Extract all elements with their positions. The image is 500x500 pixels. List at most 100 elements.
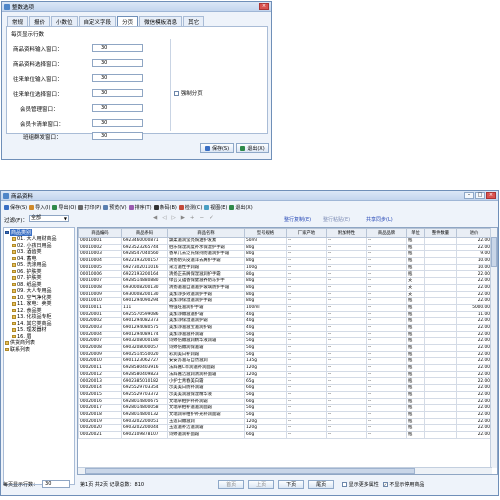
table-row[interactable]: 00010005 6927302011016 采洁滋性手润霜 100g -- -- -- 瓶 1… — [78, 263, 492, 272]
table-cell[interactable]: -- — [326, 290, 367, 299]
table-cell[interactable]: 美加净滋滋宝滋润护霜 — [167, 323, 245, 332]
table-cell[interactable]: 22.00 — [456, 290, 492, 299]
table-cell[interactable]: 120g — [244, 370, 287, 379]
table-cell[interactable]: -- — [366, 417, 407, 426]
print-button[interactable]: 打印(P) — [77, 203, 102, 211]
table-cell[interactable]: -- — [286, 257, 327, 265]
table-cell[interactable]: 文瑞草柏护补补润霜 — [167, 397, 245, 406]
share-sync-link[interactable]: 共享同步(L) — [366, 216, 393, 223]
table-cell[interactable]: 22.00 — [456, 350, 492, 359]
column-header[interactable]: 整件数量 — [424, 228, 457, 238]
table-cell[interactable]: 瓶 — [406, 424, 425, 432]
table-cell[interactable] — [424, 384, 457, 392]
vertical-scrollbar[interactable] — [490, 228, 497, 468]
table-cell[interactable]: -- — [326, 243, 367, 252]
table-cell[interactable]: 60g — [244, 384, 287, 392]
table-cell[interactable]: 瓶 — [406, 323, 425, 332]
table-cell[interactable]: 80g — [244, 283, 287, 292]
table-cell[interactable]: 65g — [244, 377, 287, 386]
table-cell[interactable]: -- — [366, 330, 407, 339]
table-cell[interactable]: -- — [366, 350, 407, 359]
table-cell[interactable]: -- — [366, 377, 407, 386]
table-row[interactable]: 00020004 6901294089174 美加净滋滋补润霜 50g -- -- -- 瓶 2… — [78, 330, 492, 339]
table-cell[interactable]: 50g — [244, 390, 287, 399]
table-cell[interactable]: 22.00 — [456, 297, 492, 305]
table-cell[interactable]: 诗婷滋润补面霜 — [167, 430, 245, 439]
table-cell[interactable]: -- — [326, 384, 367, 392]
table-cell[interactable]: -- — [286, 317, 327, 325]
table-cell[interactable]: 安安苏滋与自然滋润 — [167, 357, 245, 366]
table-cell[interactable]: 6927302011016 — [121, 263, 168, 272]
table-cell[interactable]: 6922193200157 — [121, 257, 168, 265]
table-cell[interactable]: 135g — [244, 357, 287, 366]
table-cell[interactable]: -- — [326, 297, 367, 305]
table-cell[interactable]: -- — [326, 390, 367, 399]
table-cell[interactable]: 美加净多效滋润护手霜 — [167, 290, 245, 299]
table-row[interactable]: 00010001 6923460000871 飘柔滋润莹亮焗油护发素 50ml -- --… — [78, 237, 492, 245]
table-cell[interactable]: 诗婷倍嫩润保滋霜 — [167, 344, 245, 352]
table-cell[interactable]: 00020009 — [78, 350, 122, 359]
table-cell[interactable]: 瓶 — [406, 330, 425, 339]
table-cell[interactable] — [424, 330, 457, 339]
table-cell[interactable]: 00020008 — [78, 344, 122, 352]
table-cell[interactable]: 瓶 — [406, 237, 425, 245]
table-cell[interactable]: 80g — [244, 257, 287, 265]
table-cell[interactable]: 00010001 — [78, 237, 122, 245]
table-cell[interactable]: 00010007 — [78, 277, 122, 285]
prev-page-button[interactable]: 上页 — [248, 479, 275, 489]
table-cell[interactable]: 示美美润滋保湿精华液 — [167, 390, 245, 399]
table-cell[interactable]: 60g — [244, 397, 287, 406]
table-cell[interactable] — [424, 337, 457, 345]
table-cell[interactable]: 瓶 — [406, 344, 425, 352]
table-cell[interactable]: 22.00 — [456, 410, 492, 419]
table-row[interactable]: 00010008 6930008200130 清扬滋滋自滋滋护玻璃防护手霜 80g --… — [78, 283, 492, 292]
table-cell[interactable]: 80g — [244, 297, 287, 305]
table-cell[interactable]: 00010006 — [78, 270, 122, 279]
table-cell[interactable]: 40g — [244, 323, 287, 332]
table-cell[interactable]: -- — [366, 384, 407, 392]
table-cell[interactable]: 22.00 — [456, 430, 492, 439]
table-cell[interactable]: 6902109878107 — [121, 430, 168, 439]
table-cell[interactable]: 瓶 — [406, 384, 425, 392]
table-row[interactable]: 00010006 6922193200164 清扬正去屑保湿滋润护手霜 80g -- --… — [78, 270, 492, 279]
table-cell[interactable]: 00010010 — [78, 297, 122, 305]
minimize-icon[interactable]: – — [464, 192, 474, 199]
table-cell[interactable]: 100ml — [244, 303, 287, 312]
table-cell[interactable]: -- — [326, 237, 367, 245]
table-cell[interactable]: 00020018 — [78, 410, 122, 419]
table-cell[interactable]: -- — [326, 277, 367, 285]
table-cell[interactable]: 5000.00 — [456, 303, 492, 312]
table-cell[interactable]: 6928014800132 — [121, 410, 168, 419]
table-cell[interactable]: -- — [366, 317, 407, 325]
table-cell[interactable]: -- — [286, 397, 327, 406]
table-cell[interactable] — [424, 397, 457, 406]
sort-button[interactable]: 排序(T) — [128, 203, 153, 211]
table-cell[interactable]: 瓶 — [406, 397, 425, 406]
table-cell[interactable] — [424, 430, 457, 439]
table-cell[interactable]: 00020015 — [78, 390, 122, 399]
table-cell[interactable] — [424, 310, 457, 319]
table-cell[interactable]: 瓶 — [406, 364, 425, 372]
table-cell[interactable]: 6928014800058 — [121, 404, 168, 412]
scroll-thumb[interactable] — [85, 468, 415, 474]
table-cell[interactable] — [424, 424, 457, 432]
table-cell[interactable]: -- — [326, 370, 367, 379]
table-cell[interactable]: 120g — [244, 424, 287, 432]
table-row[interactable]: 00020001 6925570599086 美加净嫩滋滋护霜 40g -- -- -- 瓶 1… — [78, 310, 492, 319]
table-row[interactable]: 00020015 6925529703372 示美美润滋保湿精华液 50g -- -- --… — [78, 390, 492, 399]
table-cell[interactable]: -- — [326, 263, 367, 272]
table-cell[interactable]: 瓶 — [406, 263, 425, 272]
table-cell[interactable]: 50ml — [244, 237, 287, 245]
table-cell[interactable]: -- — [366, 243, 407, 252]
table-cell[interactable]: -- — [286, 357, 327, 366]
table-row[interactable]: 00020018 6928014800132 文瑞润草柏护补光补润面霜 50g -- --… — [78, 410, 492, 419]
table-cell[interactable]: 瓶 — [406, 310, 425, 319]
table-cell[interactable]: 6922193200164 — [121, 270, 168, 279]
table-cell[interactable]: 40g — [244, 310, 287, 319]
table-cell[interactable]: 22.00 — [456, 370, 492, 379]
next-page-button[interactable]: 下页 — [278, 479, 305, 489]
table-cell[interactable] — [424, 350, 457, 359]
table-cell[interactable]: 6903202200051 — [121, 417, 168, 426]
table-cell[interactable]: -- — [366, 323, 407, 332]
export-button[interactable]: 导出(O) — [51, 203, 77, 211]
